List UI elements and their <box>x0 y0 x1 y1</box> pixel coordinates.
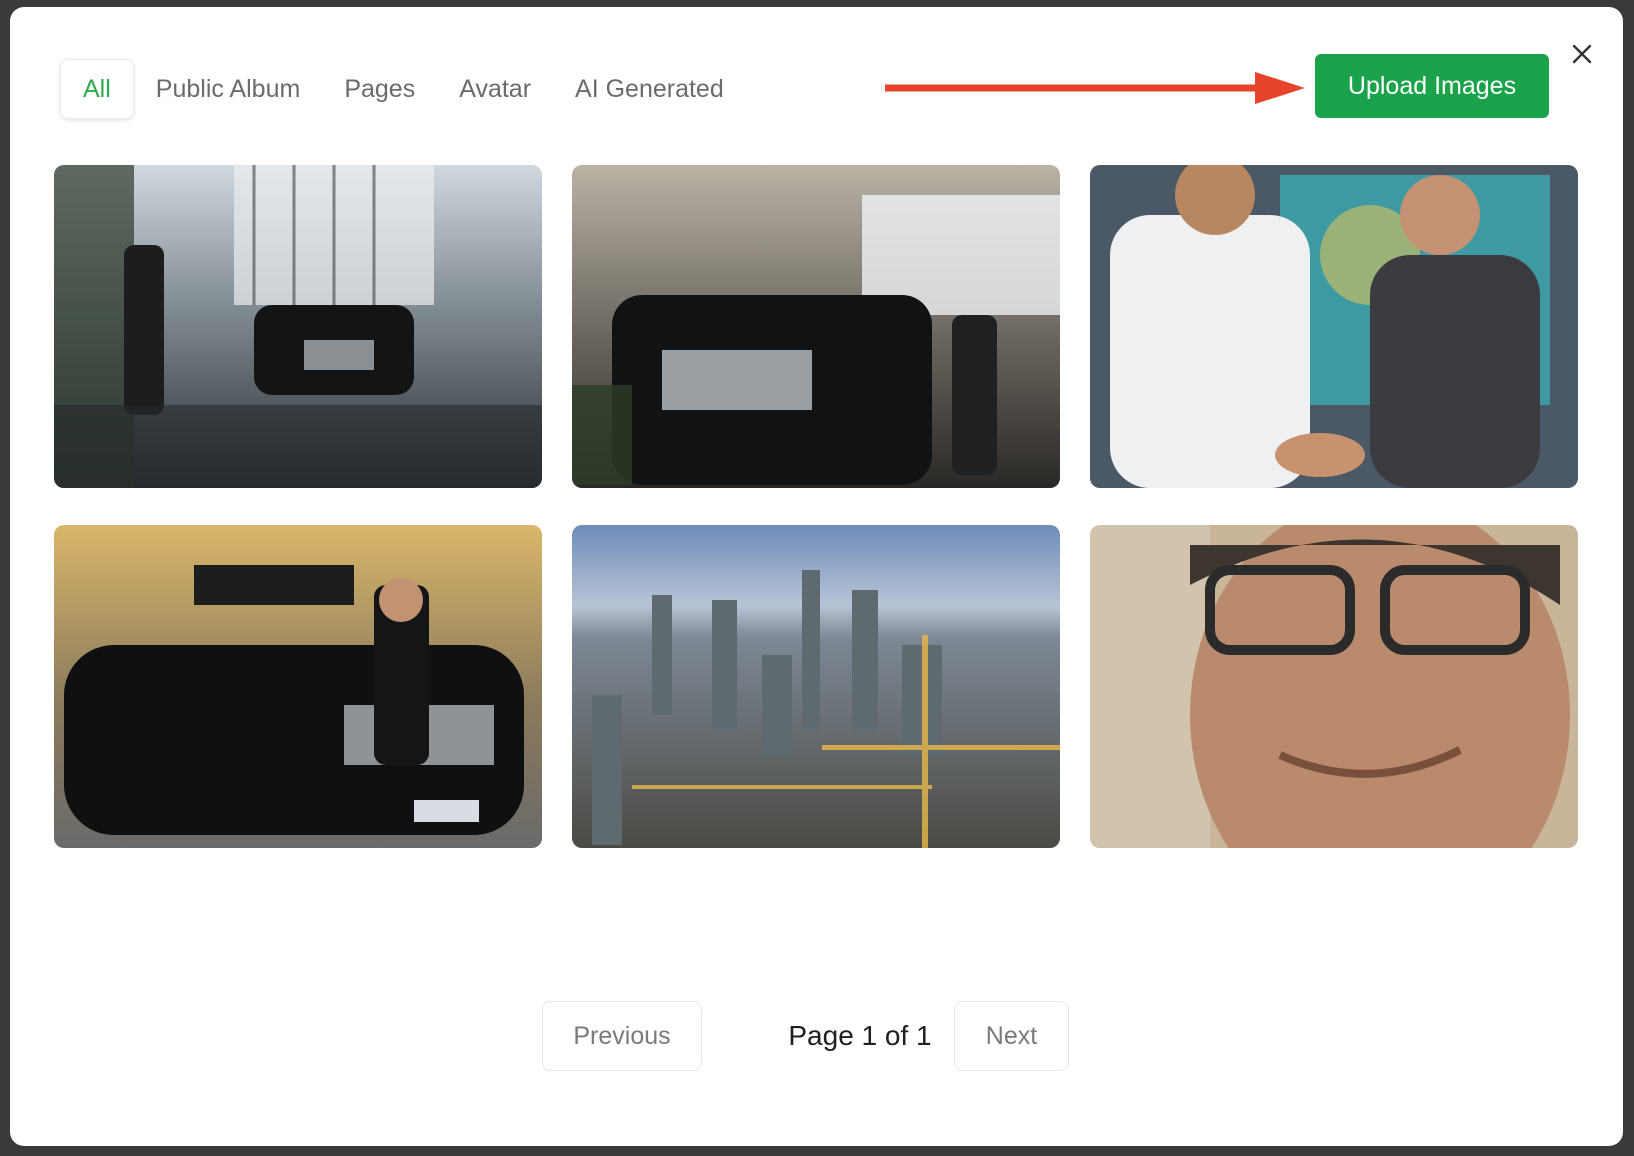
image-tile[interactable] <box>572 525 1060 848</box>
close-icon[interactable] <box>1565 37 1599 71</box>
image-tile[interactable] <box>1090 525 1578 848</box>
annotation-arrow <box>885 72 1305 104</box>
image-tile[interactable] <box>54 525 542 848</box>
tab-avatar[interactable]: Avatar <box>437 60 553 118</box>
upload-images-button[interactable]: Upload Images <box>1315 54 1549 118</box>
next-page-button[interactable]: Next <box>954 1001 1069 1071</box>
tab-ai-generated[interactable]: AI Generated <box>553 60 746 118</box>
previous-page-button[interactable]: Previous <box>542 1001 702 1071</box>
page-indicator: Page 1 of 1 <box>788 1020 932 1051</box>
image-tile[interactable] <box>1090 165 1578 488</box>
image-tile[interactable] <box>572 165 1060 488</box>
image-tile[interactable] <box>54 165 542 488</box>
tab-all[interactable]: All <box>60 59 134 119</box>
tab-bar: All Public Album Pages Avatar AI Generat… <box>60 57 746 121</box>
image-picker-modal: All Public Album Pages Avatar AI Generat… <box>10 7 1623 1146</box>
pagination: Previous Page 1 of 1 Next <box>10 1001 1623 1071</box>
tab-pages[interactable]: Pages <box>322 60 437 118</box>
tab-public-album[interactable]: Public Album <box>134 60 323 118</box>
